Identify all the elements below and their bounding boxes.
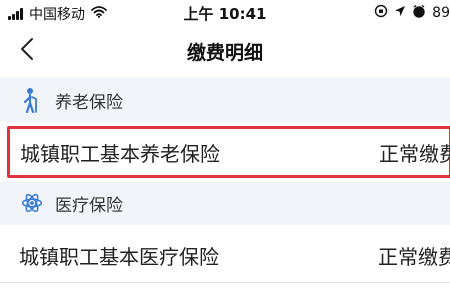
item-name: 城镇职工基本养老保险 [20,142,220,166]
item-status: 正常缴费 [378,245,450,269]
nav-bar: 缴费明细 [0,26,450,76]
battery-label: 89 [432,5,450,21]
elderly-person-icon [21,86,43,114]
section-header-medical: 医疗保险 [0,181,450,225]
alarm-icon [412,4,426,22]
list-item-pension[interactable]: 城镇职工基本养老保险 正常缴费 [7,126,450,178]
section-header-pension: 养老保险 [0,78,450,122]
item-name: 城镇职工基本医疗保险 [19,245,219,269]
status-bar: 中国移动 上午 10:41 89 [0,0,450,26]
app-screen: 中国移动 上午 10:41 89 缴费明细 养老保险 城镇职工基本养老保险 正常… [0,0,450,300]
row-divider [0,282,450,283]
status-right: 89 [374,4,450,22]
page-title: 缴费明细 [186,42,263,64]
section-label-medical: 医疗保险 [55,195,123,216]
section-label-pension: 养老保险 [55,92,123,113]
list-item-medical[interactable]: 城镇职工基本医疗保险 正常缴费 [0,229,450,281]
item-status: 正常缴费 [379,142,450,166]
rotation-lock-icon [374,4,388,22]
location-icon [394,5,406,21]
atom-medical-icon [21,189,43,217]
